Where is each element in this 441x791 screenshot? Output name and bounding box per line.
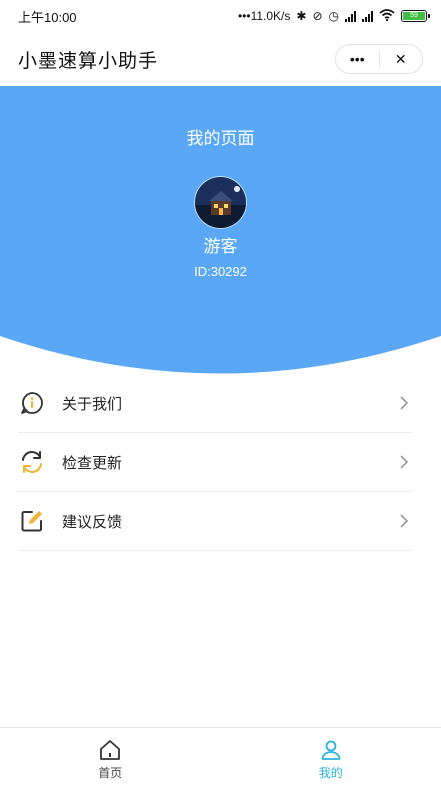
close-button[interactable]: ✕: [380, 45, 423, 73]
info-icon: [18, 389, 46, 417]
chevron-right-icon: [400, 396, 409, 410]
chevron-right-icon: [400, 514, 409, 528]
tab-label-mine: 我的: [318, 766, 343, 780]
user-icon: [321, 740, 341, 760]
battery-icon: 59: [401, 10, 430, 22]
bottom-tab-bar: 首页 我的: [0, 727, 441, 791]
page-title: 我的页面: [186, 129, 255, 148]
menu-item-about[interactable]: 关于我们: [18, 374, 412, 433]
home-icon: [100, 740, 121, 760]
net-speed: •••11.0K/s: [237, 9, 291, 23]
tab-mine[interactable]: 我的: [221, 728, 441, 791]
chevron-right-icon: [400, 455, 409, 469]
menu-label-feedback: 建议反馈: [62, 513, 123, 531]
menu-item-check-update[interactable]: 检查更新: [18, 433, 412, 492]
title-bar: 小墨速算小助手 ••• ✕: [0, 32, 441, 86]
settings-menu: 关于我们 检查更新 建议反馈: [18, 374, 412, 551]
menu-label-check-update: 检查更新: [62, 454, 123, 472]
menu-item-feedback[interactable]: 建议反馈: [18, 492, 412, 551]
signal-icon-2: [362, 10, 373, 22]
alarm-icon: ◷: [328, 9, 339, 23]
tab-label-home: 首页: [98, 766, 123, 780]
menu-label-about: 关于我们: [62, 395, 123, 413]
mute-icon: ⊘: [312, 9, 323, 23]
avatar[interactable]: [194, 176, 247, 229]
profile-hero: 我的页面 游客 ID:30292: [0, 86, 441, 381]
status-bar: 上午10:00 •••11.0K/s ✱ ⊘ ◷ 59: [0, 0, 441, 32]
edit-icon: [18, 507, 46, 535]
status-time: 上午10:00: [18, 9, 77, 25]
tab-home[interactable]: 首页: [0, 728, 221, 791]
more-button[interactable]: •••: [336, 45, 379, 73]
wifi-icon: [379, 8, 395, 24]
app-title: 小墨速算小助手: [18, 50, 159, 72]
status-indicators: •••11.0K/s ✱ ⊘ ◷ 59: [237, 8, 430, 24]
signal-icon: [345, 10, 356, 22]
user-id: ID:30292: [194, 264, 247, 279]
bluetooth-icon: ✱: [296, 9, 307, 23]
refresh-icon: [18, 448, 46, 476]
username: 游客: [203, 237, 238, 256]
mini-program-capsule: ••• ✕: [335, 44, 423, 74]
